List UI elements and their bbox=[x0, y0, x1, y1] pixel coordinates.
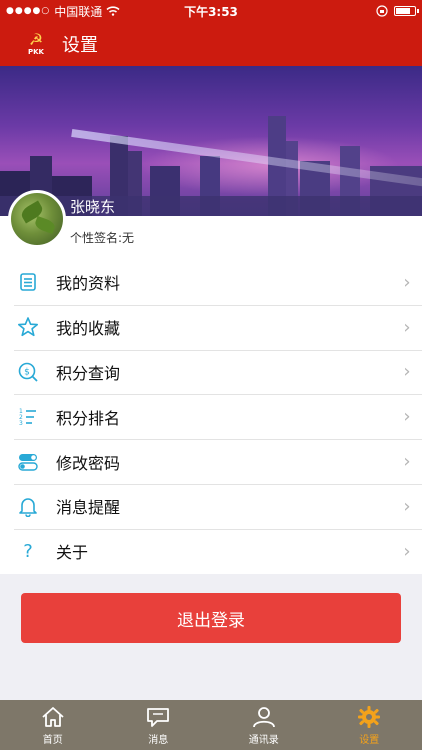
tab-label: 通讯录 bbox=[248, 734, 279, 746]
menu-item-points-ranking[interactable]: 123 积分排名 › bbox=[0, 394, 422, 439]
menu-item-points-query[interactable]: $ 积分查询 › bbox=[0, 349, 422, 395]
wifi-icon bbox=[106, 6, 120, 16]
menu-item-label: 我的收藏 bbox=[56, 319, 121, 339]
tab-messages[interactable]: 消息 bbox=[106, 700, 212, 750]
contacts-icon bbox=[252, 706, 275, 727]
chat-icon bbox=[147, 707, 170, 727]
battery-icon bbox=[394, 6, 419, 16]
status-bar: ●●●●○ 中国联通 下午3:53 bbox=[0, 0, 422, 22]
menu-item-label: 积分排名 bbox=[56, 408, 121, 428]
menu-item-about[interactable]: ? 关于 › bbox=[0, 528, 422, 574]
carrier-label: 中国联通 bbox=[54, 4, 103, 19]
chevron-right-icon: › bbox=[403, 316, 411, 338]
tab-contacts[interactable]: 通讯录 bbox=[211, 700, 317, 750]
bell-icon bbox=[0, 495, 56, 518]
profile-banner-image bbox=[0, 66, 422, 216]
hammer-sickle-icon: ☭ bbox=[28, 29, 44, 49]
party-logo: ☭ PKK bbox=[22, 29, 50, 59]
menu-item-favorites[interactable]: 我的收藏 › bbox=[0, 304, 422, 350]
points-search-icon: $ bbox=[0, 361, 56, 383]
svg-text:$: $ bbox=[24, 367, 30, 377]
user-name: 张晓东 bbox=[70, 198, 116, 216]
nav-bar: ☭ PKK 设置 bbox=[0, 22, 422, 66]
menu-item-label: 消息提醒 bbox=[56, 498, 121, 518]
menu-item-label: 积分查询 bbox=[56, 363, 121, 383]
tab-label: 首页 bbox=[42, 734, 63, 746]
logo-text: PKK bbox=[28, 47, 44, 56]
tab-label: 设置 bbox=[359, 734, 380, 746]
chevron-right-icon: › bbox=[403, 495, 411, 517]
avatar[interactable] bbox=[8, 190, 66, 248]
settings-menu: 我的资料 › 我的收藏 › $ 积分查询 › 123 积分排名 › 修改密码 ›… bbox=[0, 260, 422, 574]
chevron-right-icon: › bbox=[403, 451, 411, 473]
chevron-right-icon: › bbox=[403, 361, 411, 383]
lock-rotation-icon bbox=[376, 5, 388, 17]
question-icon: ? bbox=[0, 540, 56, 562]
home-icon bbox=[42, 706, 64, 727]
ranking-list-icon: 123 bbox=[0, 406, 56, 428]
menu-item-label: 关于 bbox=[56, 543, 89, 563]
tab-label: 消息 bbox=[148, 734, 169, 746]
menu-item-my-profile[interactable]: 我的资料 › bbox=[0, 260, 422, 305]
toggle-icon bbox=[0, 451, 56, 473]
chevron-right-icon: › bbox=[403, 406, 411, 428]
tab-bar: 首页 消息 通讯录 设置 bbox=[0, 700, 422, 750]
svg-text:3: 3 bbox=[19, 420, 23, 427]
star-icon bbox=[0, 316, 56, 338]
status-time: 下午3:53 bbox=[184, 4, 238, 19]
tab-settings[interactable]: 设置 bbox=[317, 700, 422, 750]
menu-item-label: 修改密码 bbox=[56, 453, 121, 473]
gear-icon bbox=[358, 705, 381, 728]
page-title: 设置 bbox=[62, 35, 98, 56]
menu-item-notifications[interactable]: 消息提醒 › bbox=[0, 483, 422, 529]
tab-home[interactable]: 首页 bbox=[0, 700, 106, 750]
profile-list-icon bbox=[0, 272, 56, 292]
city-skyline-image bbox=[0, 116, 422, 216]
svg-text:?: ? bbox=[23, 541, 33, 562]
menu-item-change-password[interactable]: 修改密码 › bbox=[0, 439, 422, 484]
logout-button[interactable]: 退出登录 bbox=[21, 593, 401, 643]
user-signature: 个性签名:无 bbox=[70, 231, 135, 245]
chevron-right-icon: › bbox=[403, 540, 411, 562]
menu-item-label: 我的资料 bbox=[56, 274, 121, 294]
chevron-right-icon: › bbox=[403, 271, 411, 293]
signal-icon: ●●●●○ bbox=[6, 6, 51, 16]
